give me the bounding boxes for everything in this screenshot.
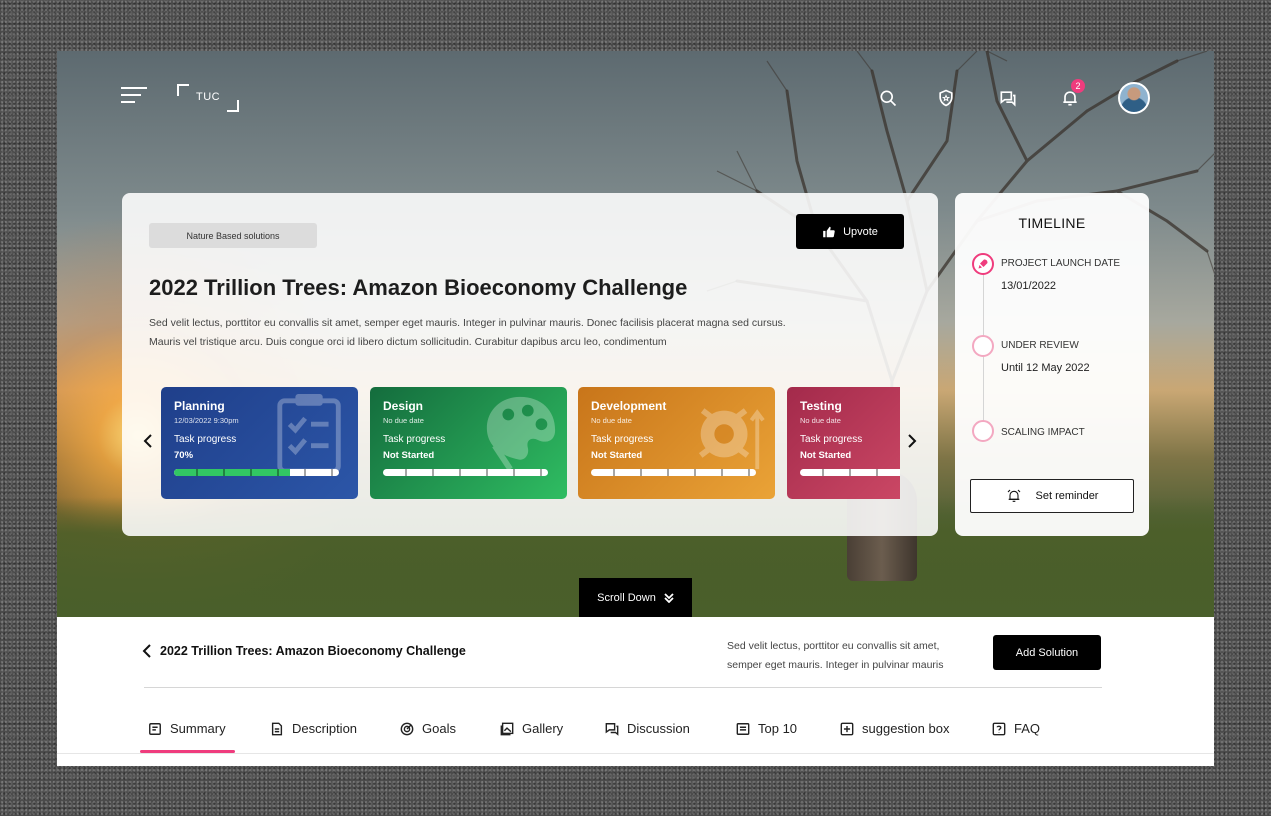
stage-card-development[interactable]: Development No due date Task progress No…	[578, 387, 775, 499]
tab-gallery[interactable]: Gallery	[500, 721, 563, 736]
stage-date: No due date	[591, 416, 632, 425]
timeline-title: TIMELINE	[1018, 215, 1086, 231]
rocket-icon	[972, 253, 994, 275]
faq-icon	[992, 722, 1006, 735]
stage-progress-bar	[383, 469, 548, 476]
clipboard-icon	[277, 394, 341, 474]
timeline-value: 13/01/2022	[1001, 280, 1057, 292]
palette-icon	[486, 396, 556, 471]
app-window: TUC 2 Nature Based solutions Upvote 2022…	[57, 51, 1214, 766]
logo-text: TUC	[196, 91, 221, 103]
set-reminder-button[interactable]: Set reminder	[970, 479, 1134, 513]
subbar-description: Sed velit lectus, porttitor eu convallis…	[727, 640, 944, 671]
category-tag: Nature Based solutions	[149, 223, 317, 248]
tab-summary[interactable]: Summary	[148, 721, 226, 736]
bell-icon[interactable]: 2	[1059, 79, 1085, 109]
tab-label: suggestion box	[862, 721, 950, 736]
timeline-label: UNDER REVIEW	[1001, 340, 1079, 351]
stage-progress-bar	[174, 469, 339, 476]
chat-icon	[605, 722, 619, 736]
back-link[interactable]: 2022 Trillion Trees: Amazon Bioeconomy C…	[142, 644, 466, 658]
tab-discussion[interactable]: Discussion	[605, 721, 690, 736]
stage-title: Testing	[800, 399, 842, 413]
carousel-prev-icon[interactable]	[140, 431, 156, 451]
challenge-subbar: 2022 Trillion Trees: Amazon Bioeconomy C…	[57, 617, 1214, 766]
timeline-dot	[972, 420, 994, 442]
divider	[144, 687, 1102, 688]
tab-bar-border	[57, 753, 1214, 754]
tab-label: FAQ	[1014, 721, 1041, 736]
tab-faq[interactable]: FAQ	[992, 721, 1040, 736]
stage-date: No due date	[383, 416, 424, 425]
tab-label: Goals	[422, 721, 456, 736]
tab-label: Top 10	[758, 721, 798, 736]
back-title: 2022 Trillion Trees: Amazon Bioeconomy C…	[160, 644, 466, 658]
chat-icon[interactable]	[997, 87, 1019, 109]
stage-card-testing[interactable]: Testing No due date Task progress Not St…	[787, 387, 900, 499]
stage-progress-label: Task progress	[800, 434, 863, 445]
upvote-button[interactable]: Upvote	[796, 214, 904, 249]
scroll-down-label: Scroll Down	[597, 591, 656, 604]
stage-card-design[interactable]: Design No due date Task progress Not Sta…	[370, 387, 567, 499]
chevron-left-icon	[142, 644, 151, 658]
stage-progress-bar	[800, 469, 900, 476]
timeline-label: PROJECT LAUNCH DATE	[1001, 258, 1121, 269]
stage-date: 12/03/2022 9:30pm	[174, 416, 239, 425]
tab-top-10[interactable]: Top 10	[736, 721, 797, 736]
carousel-next-icon[interactable]	[904, 431, 920, 451]
timeline-panel: TIMELINE PROJECT LAUNCH DATE 13/01/2022 …	[955, 193, 1149, 536]
stage-progress-value: Not Started	[800, 450, 852, 461]
timeline-value: Until 12 May 2022	[1001, 362, 1090, 374]
search-icon[interactable]	[877, 87, 899, 109]
alarm-icon	[1007, 489, 1020, 502]
thumbs-up-icon	[823, 226, 835, 237]
set-reminder-label: Set reminder	[1035, 490, 1099, 502]
tab-label: Description	[292, 721, 358, 736]
gallery-icon	[500, 722, 514, 735]
double-chevron-down-icon	[664, 592, 674, 603]
add-solution-button[interactable]: Add Solution	[993, 635, 1101, 670]
tab-description[interactable]: Description	[270, 721, 357, 736]
suggestion-icon	[840, 722, 854, 735]
timeline-dot	[972, 335, 994, 357]
tab-suggestion-box[interactable]: suggestion box	[840, 721, 949, 736]
avatar[interactable]	[1118, 82, 1150, 114]
hero-banner: TUC 2 Nature Based solutions Upvote 2022…	[57, 51, 1214, 617]
scroll-down-button[interactable]: Scroll Down	[579, 578, 692, 617]
challenge-description: Sed velit lectus, porttitor eu convallis…	[149, 317, 786, 348]
stage-carousel: Planning 12/03/2022 9:30pm Task progress…	[161, 387, 900, 499]
challenge-title: 2022 Trillion Trees: Amazon Bioeconomy C…	[149, 275, 688, 300]
target-icon	[400, 722, 414, 735]
document-icon	[271, 722, 283, 735]
summary-icon	[149, 722, 161, 735]
list-icon	[736, 722, 750, 735]
tab-goals[interactable]: Goals	[400, 721, 456, 736]
stage-progress-bar	[591, 469, 756, 476]
upvote-label: Upvote	[843, 225, 878, 238]
gear-chart-icon	[698, 408, 765, 470]
challenge-card: Nature Based solutions Upvote 2022 Trill…	[122, 193, 938, 536]
timeline-label: SCALING IMPACT	[1001, 427, 1085, 438]
tab-bar: Summary Description Goals Gallery Discus…	[57, 711, 1214, 766]
tab-label: Gallery	[522, 721, 564, 736]
shield-icon[interactable]	[935, 87, 957, 109]
tab-label: Summary	[170, 721, 226, 736]
tab-label: Discussion	[627, 721, 690, 736]
menu-icon[interactable]	[121, 87, 147, 107]
stage-card-planning[interactable]: Planning 12/03/2022 9:30pm Task progress…	[161, 387, 358, 499]
logo[interactable]: TUC	[177, 84, 239, 112]
stage-date: No due date	[800, 416, 841, 425]
notification-badge: 2	[1071, 79, 1085, 93]
